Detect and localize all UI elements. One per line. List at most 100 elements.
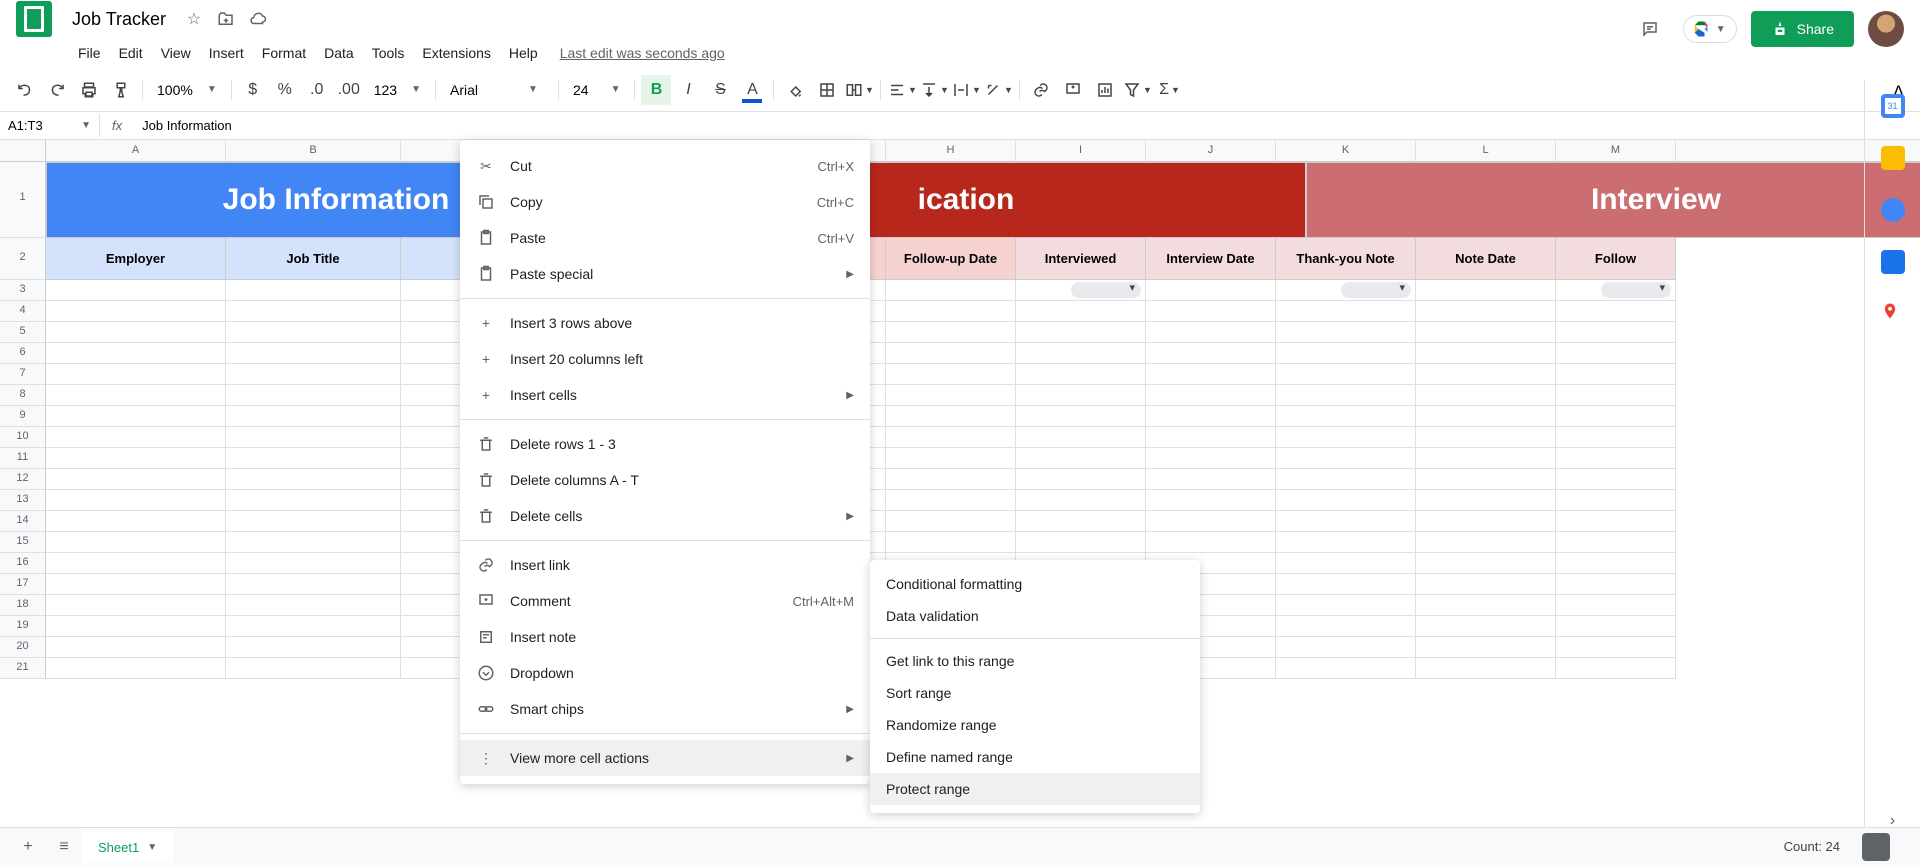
cell[interactable] xyxy=(1276,532,1416,553)
print-button[interactable] xyxy=(74,75,104,105)
cell[interactable] xyxy=(1416,385,1556,406)
star-icon[interactable]: ☆ xyxy=(184,9,204,29)
cell[interactable] xyxy=(1016,343,1146,364)
cell[interactable] xyxy=(46,595,226,616)
ctx-view-more[interactable]: ⋮View more cell actions▶ xyxy=(460,740,870,776)
cell[interactable] xyxy=(1276,322,1416,343)
cell[interactable] xyxy=(1556,658,1676,679)
selection-count[interactable]: Count: 24 xyxy=(1784,839,1840,854)
cell[interactable] xyxy=(1276,490,1416,511)
cell[interactable] xyxy=(1416,532,1556,553)
paint-format-button[interactable] xyxy=(106,75,136,105)
italic-button[interactable]: I xyxy=(673,75,703,105)
row-header[interactable]: 15 xyxy=(0,532,46,553)
cell[interactable] xyxy=(1276,595,1416,616)
font-size-select[interactable]: 24▼ xyxy=(565,78,628,102)
column-header[interactable]: K xyxy=(1276,140,1416,161)
cell[interactable] xyxy=(1146,385,1276,406)
contacts-icon[interactable] xyxy=(1881,250,1905,274)
dropdown-chip[interactable] xyxy=(1341,282,1411,298)
ctx-insert-cells[interactable]: +Insert cells▶ xyxy=(460,377,870,413)
cell[interactable] xyxy=(226,427,401,448)
cell[interactable] xyxy=(46,364,226,385)
cell[interactable] xyxy=(1016,469,1146,490)
cell[interactable] xyxy=(1146,364,1276,385)
cell[interactable] xyxy=(1016,427,1146,448)
cell[interactable] xyxy=(1276,427,1416,448)
column-header[interactable]: L xyxy=(1416,140,1556,161)
row-header[interactable]: 11 xyxy=(0,448,46,469)
cell[interactable] xyxy=(46,427,226,448)
meet-button[interactable]: ▼ xyxy=(1683,15,1737,43)
strikethrough-button[interactable]: S xyxy=(705,75,735,105)
text-color-button[interactable]: A xyxy=(737,75,767,105)
cell[interactable] xyxy=(226,490,401,511)
cell[interactable] xyxy=(226,595,401,616)
explore-button[interactable] xyxy=(1862,833,1890,861)
cell[interactable] xyxy=(1146,343,1276,364)
cell[interactable] xyxy=(1146,427,1276,448)
formula-input[interactable]: Job Information xyxy=(134,114,1920,137)
wrap-button[interactable]: ▼ xyxy=(951,75,981,105)
cell[interactable] xyxy=(886,469,1016,490)
bold-button[interactable]: B xyxy=(641,75,671,105)
maps-icon[interactable] xyxy=(1881,302,1905,326)
calendar-icon[interactable]: 31 xyxy=(1881,94,1905,118)
cell[interactable] xyxy=(1276,616,1416,637)
cell[interactable] xyxy=(1416,448,1556,469)
cell[interactable] xyxy=(1416,364,1556,385)
document-title[interactable]: Job Tracker xyxy=(72,9,166,30)
menu-tools[interactable]: Tools xyxy=(364,41,413,65)
row-header[interactable]: 3 xyxy=(0,280,46,301)
zoom-select[interactable]: 100%▼ xyxy=(149,78,225,102)
cell[interactable] xyxy=(886,322,1016,343)
currency-button[interactable]: $ xyxy=(238,75,268,105)
cell[interactable] xyxy=(226,343,401,364)
cell[interactable] xyxy=(1016,301,1146,322)
borders-button[interactable] xyxy=(812,75,842,105)
subheader-cell[interactable]: Job Title xyxy=(226,238,401,280)
ctx-paste-special[interactable]: Paste special▶ xyxy=(460,256,870,292)
account-avatar[interactable] xyxy=(1868,11,1904,47)
column-header[interactable]: A xyxy=(46,140,226,161)
cell[interactable] xyxy=(1276,343,1416,364)
row-header[interactable]: 10 xyxy=(0,427,46,448)
cell[interactable] xyxy=(1276,385,1416,406)
ctx-paste[interactable]: PasteCtrl+V xyxy=(460,220,870,256)
cell[interactable] xyxy=(46,343,226,364)
select-all-corner[interactable] xyxy=(0,140,46,161)
cell[interactable] xyxy=(1556,448,1676,469)
data-cell[interactable] xyxy=(1016,280,1146,301)
subheader-cell[interactable]: Follow-up Date xyxy=(886,238,1016,280)
font-select[interactable]: Arial▼ xyxy=(442,78,552,102)
cell[interactable] xyxy=(226,448,401,469)
cell[interactable] xyxy=(1416,658,1556,679)
cell[interactable] xyxy=(1416,553,1556,574)
move-icon[interactable] xyxy=(216,9,236,29)
last-edit-link[interactable]: Last edit was seconds ago xyxy=(560,45,725,61)
cell[interactable] xyxy=(1556,490,1676,511)
increase-decimal-button[interactable]: .00 xyxy=(334,75,364,105)
sub-data-validation[interactable]: Data validation xyxy=(870,600,1200,632)
cell[interactable] xyxy=(46,469,226,490)
dropdown-chip[interactable] xyxy=(1601,282,1671,298)
cell[interactable] xyxy=(46,322,226,343)
cell[interactable] xyxy=(886,301,1016,322)
all-sheets-button[interactable]: ≡ xyxy=(46,829,82,865)
sub-sort-range[interactable]: Sort range xyxy=(870,677,1200,709)
cell[interactable] xyxy=(1556,322,1676,343)
cell[interactable] xyxy=(886,490,1016,511)
row-header[interactable]: 8 xyxy=(0,385,46,406)
menu-insert[interactable]: Insert xyxy=(201,41,252,65)
cell[interactable] xyxy=(1016,490,1146,511)
row-header[interactable]: 17 xyxy=(0,574,46,595)
cell[interactable] xyxy=(46,385,226,406)
add-sheet-button[interactable]: + xyxy=(10,829,46,865)
cell[interactable] xyxy=(46,532,226,553)
row-header[interactable]: 13 xyxy=(0,490,46,511)
cell[interactable] xyxy=(1146,532,1276,553)
data-cell[interactable] xyxy=(1276,280,1416,301)
column-header[interactable]: M xyxy=(1556,140,1676,161)
cell[interactable] xyxy=(226,406,401,427)
menu-data[interactable]: Data xyxy=(316,41,362,65)
